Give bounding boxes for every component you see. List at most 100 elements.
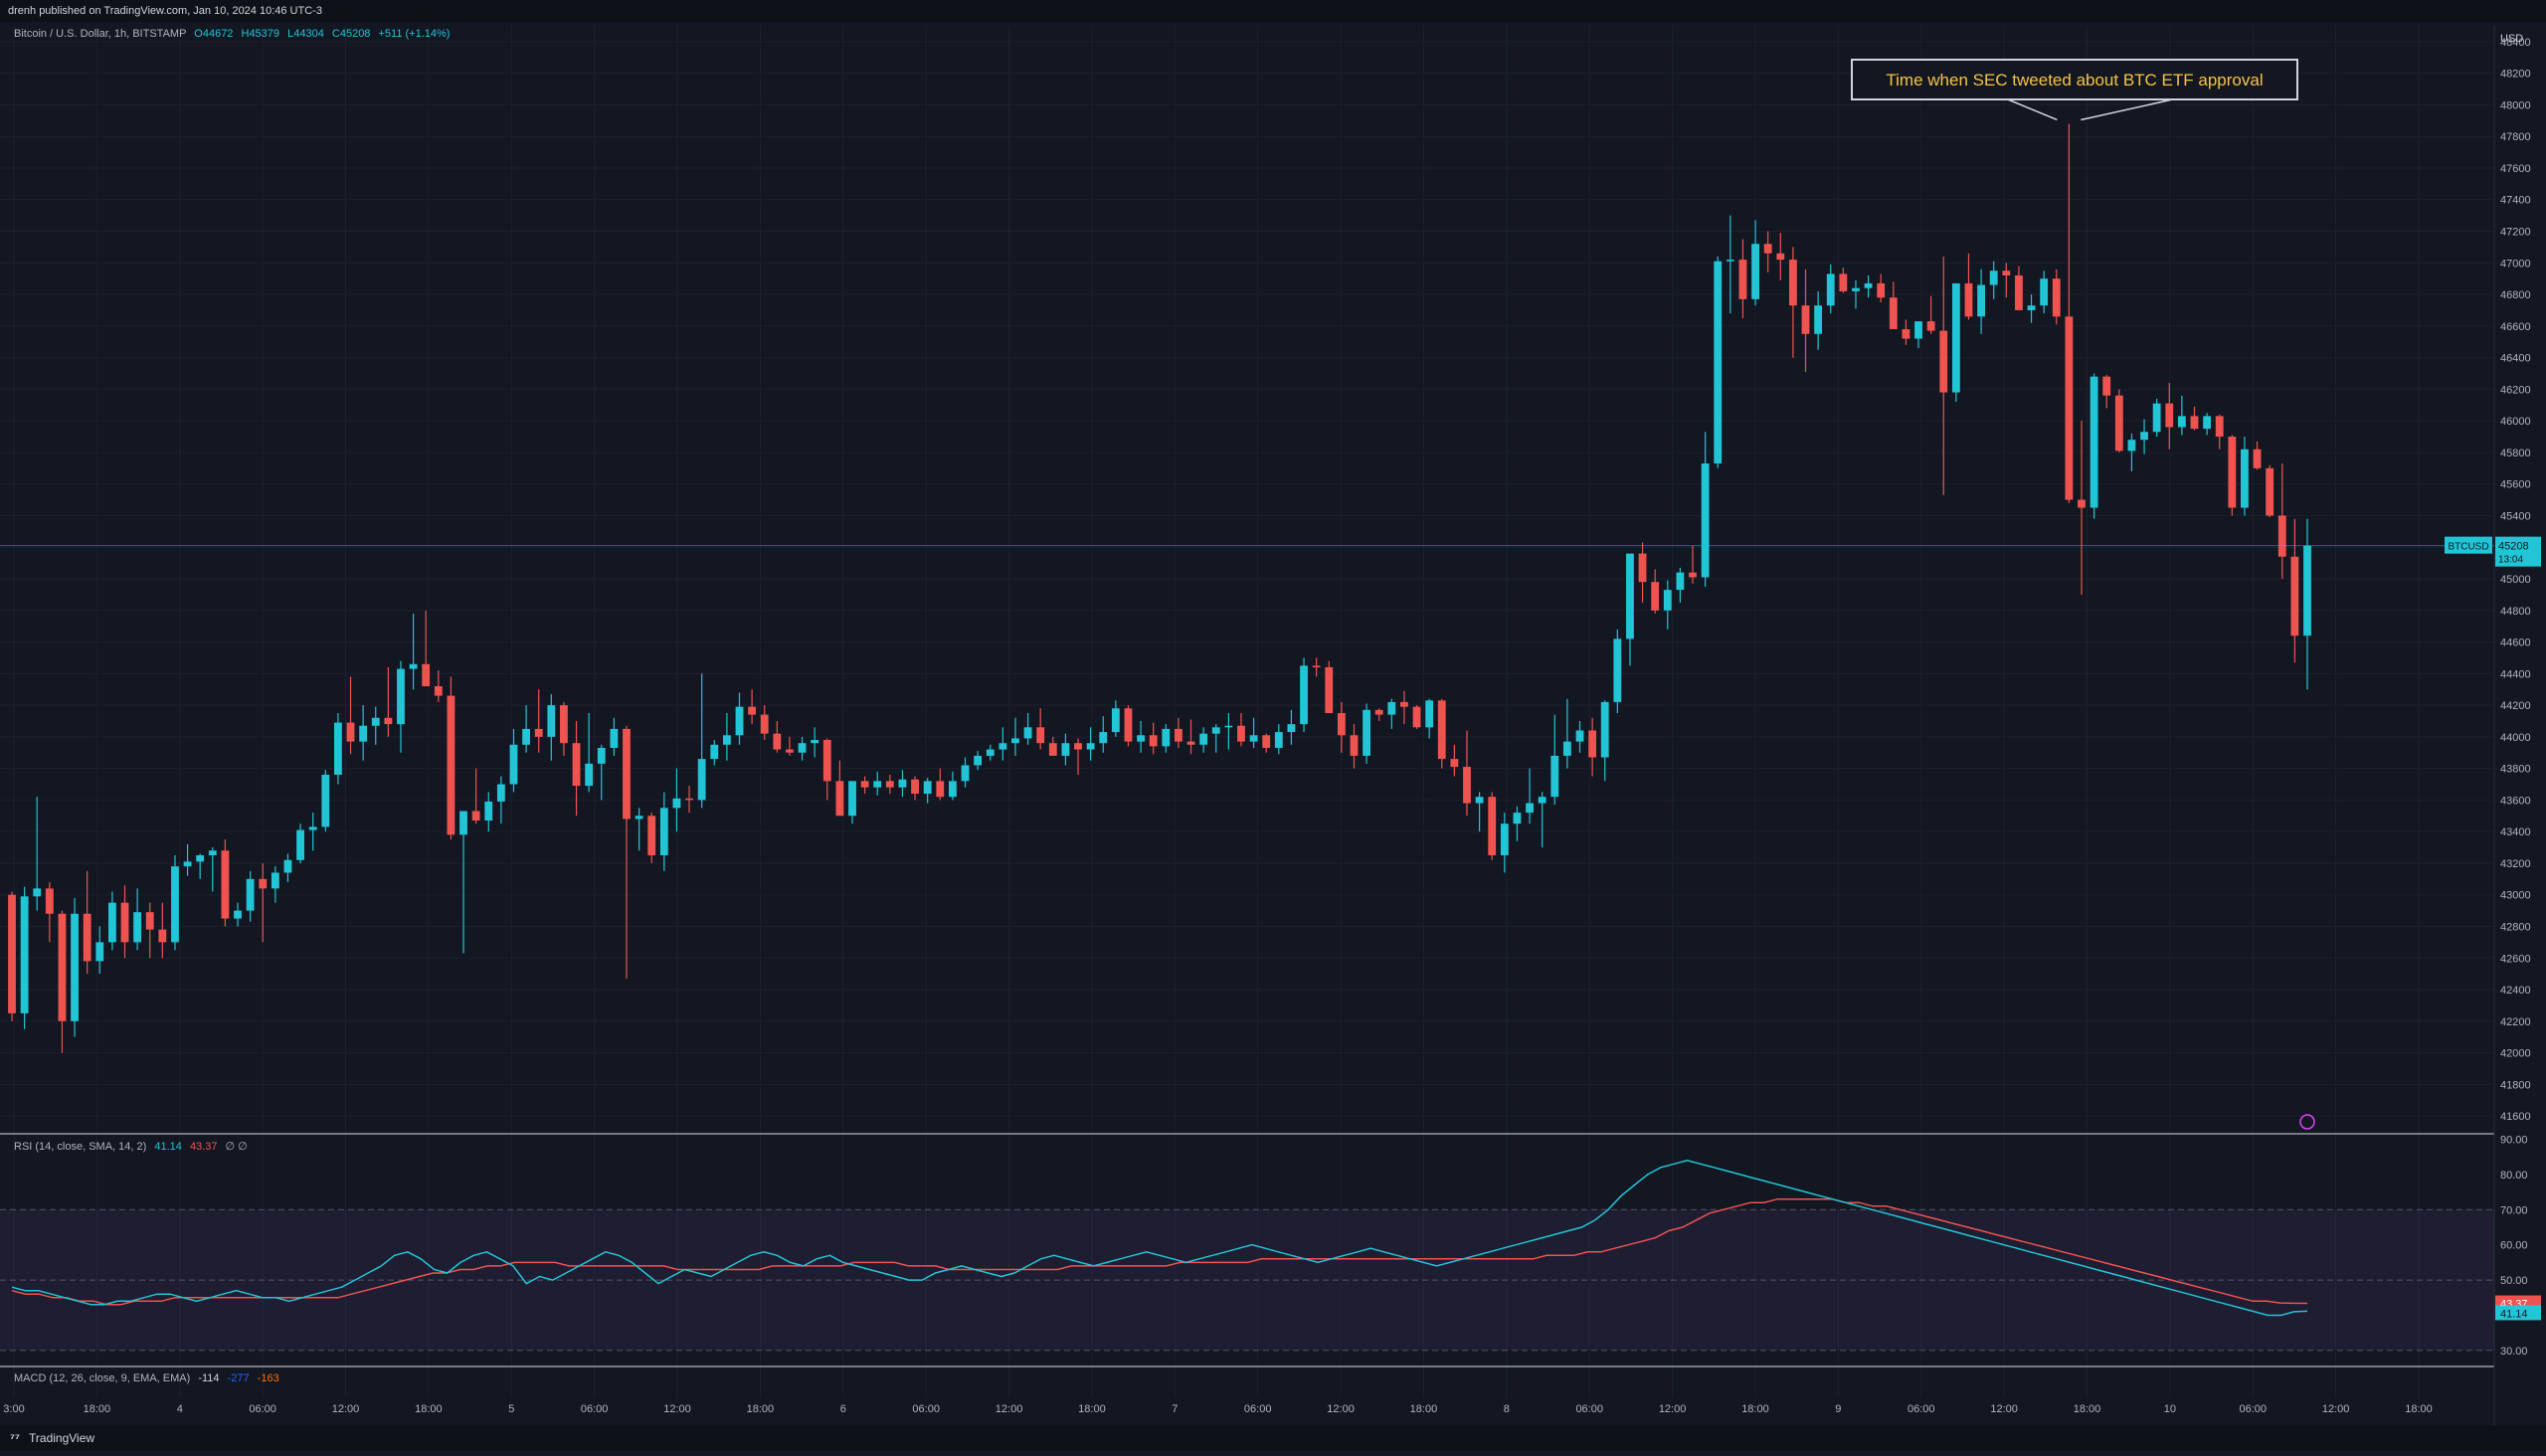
candle-body [2102, 376, 2111, 396]
currency-label: USD [2500, 33, 2523, 45]
candle-body [308, 826, 317, 830]
chart-svg[interactable]: 41600 41800 42000 42200 42400 42600 42800 43000… [0, 0, 2546, 1451]
candle-body [623, 728, 631, 819]
candle-body [1689, 572, 1697, 578]
candle-body [1325, 666, 1334, 714]
candle-body [1588, 730, 1597, 758]
price-tick-label: 43400 [2500, 826, 2531, 838]
candle-body [735, 706, 744, 736]
time-tick-label: 18:00 [2405, 1403, 2433, 1415]
candle-body [1638, 553, 1647, 583]
candle-body [974, 755, 983, 766]
candle-body [2228, 437, 2237, 508]
symbol-name[interactable]: Bitcoin / U.S. Dollar, 1h, BITSTAMP [14, 28, 186, 40]
candle-body [384, 717, 393, 725]
macd-signal: -277 [227, 1372, 250, 1384]
candle-body [1763, 244, 1772, 254]
candle-body [1211, 727, 1220, 734]
candle-body [610, 728, 619, 748]
time-tick-label: 12:00 [1990, 1403, 2018, 1415]
macd-value: -114 [198, 1372, 220, 1384]
candle-body [1788, 260, 1797, 306]
candle-body [1939, 330, 1948, 393]
price-tick-label: 46800 [2500, 289, 2531, 301]
candle-body [1337, 713, 1346, 736]
macd-legend[interactable]: MACD (12, 26, close, 9, EMA, EMA) -114 -… [14, 1372, 279, 1384]
candle-body [1613, 638, 1622, 702]
candle-body [2127, 440, 2136, 452]
candle-body [2002, 271, 2011, 275]
candle-body [1626, 553, 1634, 639]
candle-body [1538, 797, 1546, 804]
candle-body [860, 781, 869, 788]
candle-body [722, 735, 731, 745]
candle-body [283, 859, 292, 873]
footer-brand: TradingView [29, 1431, 95, 1445]
price-tick-label: 42200 [2500, 1016, 2531, 1028]
candle-body [2165, 403, 2174, 428]
candle-body [1287, 724, 1296, 733]
candle-body [835, 781, 844, 817]
candle-body [1550, 755, 1559, 798]
candle-body [760, 714, 769, 734]
candle-body [1475, 797, 1484, 804]
candle-body [1048, 743, 1057, 756]
candle-body [1363, 709, 1371, 756]
open-value: O44672 [194, 28, 234, 40]
candle-body [2177, 416, 2186, 428]
rsi-sma-value: 43.37 [189, 1141, 218, 1153]
low-value: L44304 [287, 28, 324, 40]
candle-body [33, 888, 42, 897]
candle-body [685, 798, 693, 801]
time-tick-label: 06:00 [912, 1403, 940, 1415]
time-tick-label: 10 [2164, 1403, 2176, 1415]
rsi-label[interactable]: RSI (14, close, SMA, 14, 2) [14, 1141, 146, 1153]
candle-body [1463, 767, 1471, 804]
price-tick-label: 42800 [2500, 921, 2531, 933]
high-value: H45379 [241, 28, 280, 40]
candle-body [986, 749, 995, 756]
candle-body [1562, 741, 1571, 756]
candle-body [585, 763, 594, 787]
rsi-tick-label: 70.00 [2500, 1204, 2528, 1216]
time-tick-label: 18:00 [2074, 1403, 2101, 1415]
candle-body [2215, 416, 2224, 438]
candle-body [1826, 273, 1835, 306]
rsi-legend[interactable]: RSI (14, close, SMA, 14, 2) 41.14 43.37 … [14, 1140, 248, 1153]
time-tick-label: 12:00 [2322, 1403, 2350, 1415]
candle-body [183, 861, 192, 867]
candle-body [1663, 590, 1672, 611]
macd-label[interactable]: MACD (12, 26, close, 9, EMA, EMA) [14, 1372, 190, 1384]
candle-body [459, 811, 467, 835]
candle-body [1726, 260, 1734, 262]
candle-body [948, 781, 957, 798]
candle-body [2266, 467, 2274, 516]
candle-body [334, 722, 342, 775]
candle-body [1926, 321, 1935, 331]
price-tag-value: 45208 [2498, 541, 2529, 553]
candle-body [2078, 499, 2086, 508]
candle-body [1801, 305, 1810, 334]
time-tick-label: 12:00 [332, 1403, 360, 1415]
time-tick-label: 4 [177, 1403, 183, 1415]
tradingview-logo-icon: ⁷⁷ [10, 1431, 20, 1445]
candle-body [2040, 278, 2049, 306]
candle-body [496, 784, 505, 802]
candle-body [71, 913, 79, 1021]
candle-body [2015, 274, 2023, 310]
candle-body [1249, 735, 1258, 742]
candle-body [710, 744, 719, 760]
price-tick-label: 44600 [2500, 637, 2531, 649]
published-text: drenh published on TradingView.com, Jan … [8, 5, 322, 17]
change-value: +511 (+1.14%) [378, 28, 451, 40]
candle-body [635, 816, 643, 819]
symbol-legend[interactable]: Bitcoin / U.S. Dollar, 1h, BITSTAMP O446… [14, 28, 450, 40]
price-tick-label: 43000 [2500, 890, 2531, 902]
time-tick-label: 06:00 [2239, 1403, 2267, 1415]
candle-body [1714, 261, 1723, 464]
candle-body [1776, 253, 1785, 261]
candle-body [659, 808, 668, 855]
rsi-extra: ∅ ∅ [225, 1141, 248, 1153]
rsi-tick-label: 50.00 [2500, 1275, 2528, 1287]
candle-body [296, 829, 304, 860]
